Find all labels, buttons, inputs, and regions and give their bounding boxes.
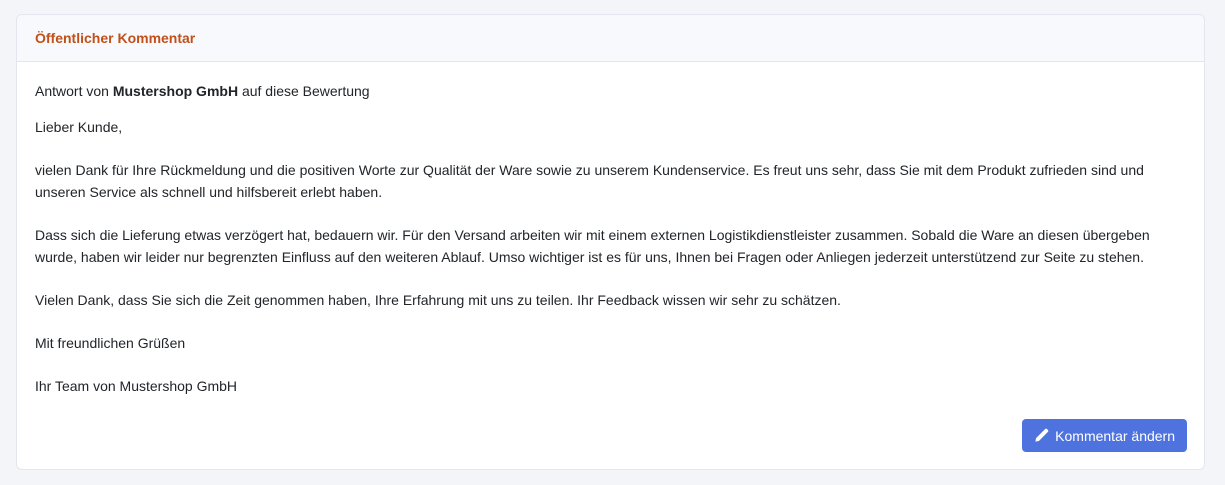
reply-intro: Antwort von Mustershop GmbH auf diese Be… [35,81,370,103]
reply-paragraph-1: vielen Dank für Ihre Rückmeldung und die… [35,162,1144,200]
card-title: Öffentlicher Kommentar [35,30,196,46]
shop-name: Mustershop GmbH [112,83,239,99]
reply-greeting: Lieber Kunde, [35,119,123,135]
edit-comment-button[interactable]: Kommentar ändern [1022,419,1187,452]
edit-comment-label: Kommentar ändern [1055,427,1175,444]
card-header: Öffentlicher Kommentar [17,15,1204,62]
reply-paragraph-2: Dass sich die Lieferung etwas verzögert … [35,227,1150,265]
public-comment-card: Öffentlicher Kommentar Antwort von Muste… [16,14,1205,470]
intro-suffix: auf diese Bewertung [241,83,370,99]
reply-signature: Ihr Team von Mustershop GmbH [35,378,238,394]
pencil-icon [1034,428,1049,443]
intro-prefix: Antwort von [35,83,109,99]
reply-paragraph-3: Vielen Dank, dass Sie sich die Zeit geno… [35,292,841,308]
reply-closing: Mit freundlichen Grüßen [35,335,186,351]
